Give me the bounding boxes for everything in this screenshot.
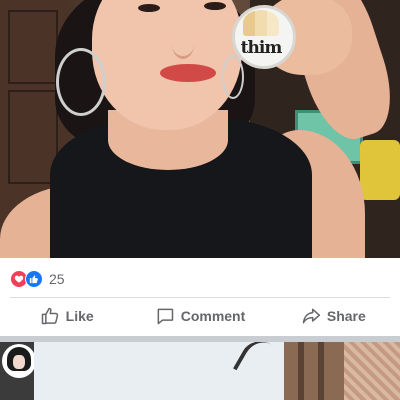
like-label: Like xyxy=(65,308,94,324)
nose xyxy=(172,30,194,59)
like-reaction-icon xyxy=(25,270,43,288)
post-actions: Like Comment Share xyxy=(0,300,400,332)
right-eye xyxy=(204,2,226,10)
like-button[interactable]: Like xyxy=(0,300,133,332)
comment-label: Comment xyxy=(180,308,246,324)
share-button[interactable]: Share xyxy=(267,300,400,332)
reactions-summary[interactable]: 25 xyxy=(10,268,65,290)
thumbs-up-icon xyxy=(41,307,58,325)
comment-bubble-icon xyxy=(157,308,173,325)
hoop-earring-right xyxy=(222,55,244,99)
avatar[interactable] xyxy=(2,344,36,378)
share-label: Share xyxy=(326,308,366,324)
hoop-earring xyxy=(56,48,106,116)
post-photo[interactable]: thim xyxy=(0,0,400,258)
palette-brand-text: thim xyxy=(240,38,283,58)
next-post-right-image xyxy=(284,342,400,400)
left-eye xyxy=(138,4,160,12)
comment-button[interactable]: Comment xyxy=(133,300,266,332)
share-arrow-icon xyxy=(302,308,320,324)
reaction-count: 25 xyxy=(49,271,65,287)
lips xyxy=(160,64,216,82)
divider xyxy=(10,297,390,298)
palette-shades xyxy=(243,10,279,36)
background-toy xyxy=(360,140,400,200)
next-post-preview[interactable] xyxy=(0,342,400,400)
